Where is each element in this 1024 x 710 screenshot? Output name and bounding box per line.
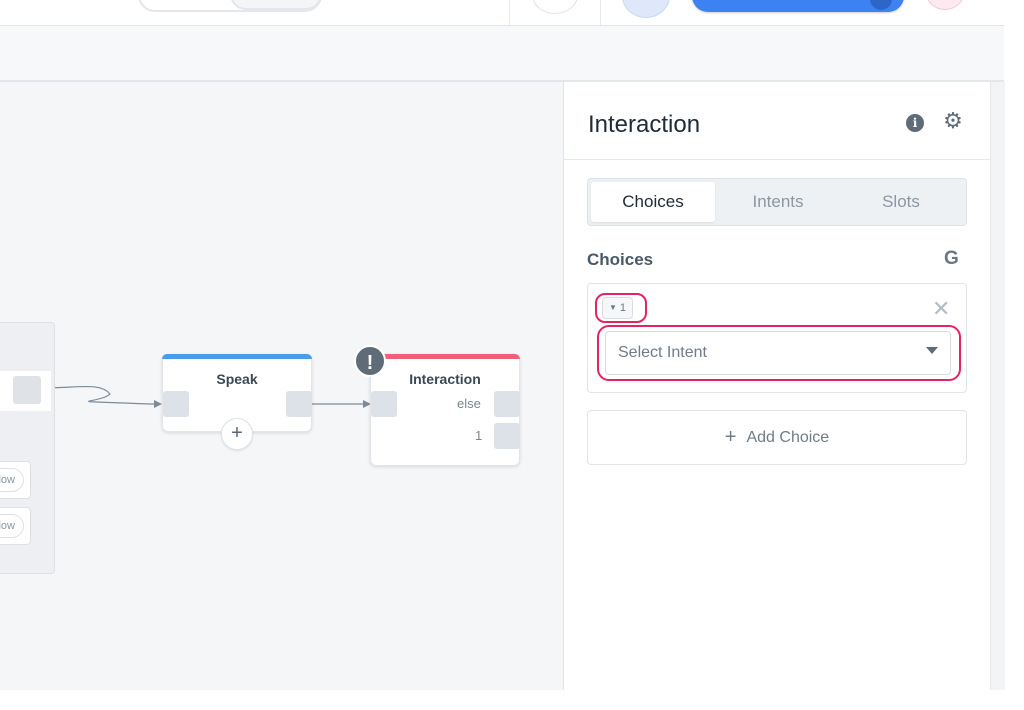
scroll-gutter [990,82,1005,690]
caret-down-icon: ▼ [609,303,617,312]
warning-icon[interactable]: ! [354,345,386,377]
mode-toggle-active[interactable] [230,0,322,10]
section-title: Choices [587,250,654,269]
output-port-1[interactable] [494,423,520,449]
tab-intents[interactable]: Intents [716,182,840,222]
output-label-1: 1 [475,428,483,443]
gear-icon[interactable]: ⚙ [942,110,964,132]
flow-pill[interactable]: Flow [0,514,24,538]
flow-pill[interactable]: Flow [0,468,24,492]
choice-number: 1 [619,302,627,314]
tab-slots[interactable]: Slots [839,182,963,222]
output-port-else[interactable] [494,391,520,417]
panel-header: Interaction i ⚙ [564,82,991,160]
close-icon[interactable]: ✕ [932,298,950,320]
info-icon[interactable]: i [906,114,924,132]
output-port[interactable] [13,376,41,404]
google-icon[interactable]: G [944,248,959,270]
toolbar [0,26,1004,82]
flow-step[interactable]: Flow [0,507,31,545]
primary-action-button[interactable] [692,0,904,12]
add-choice-button[interactable]: + Add Choice [587,410,967,465]
header-circle-button[interactable] [532,0,578,14]
speak-node[interactable]: Speak + [162,354,312,450]
bottom-strip [0,690,1024,710]
button-dot-icon [870,0,892,10]
tab-bar: Choices Intents Slots [587,178,967,226]
add-step-button[interactable]: + [221,418,253,450]
mode-toggle[interactable] [138,0,322,12]
top-header [0,0,1004,26]
header-divider [509,0,510,25]
node-title: Speak [216,371,258,387]
flow-canvas[interactable]: Flow Flow Speak + Interaction else 1 [0,82,563,690]
interaction-node[interactable]: Interaction else 1 [370,354,520,466]
node-accent-bar [162,354,312,359]
input-port[interactable] [371,391,397,417]
input-port[interactable] [163,391,189,417]
node-title: Interaction [409,371,481,387]
output-label-else: else [457,396,481,411]
flow-block-group[interactable]: Flow Flow [0,322,55,574]
chevron-down-icon [926,347,938,354]
header-divider [600,0,601,25]
intent-select[interactable]: Select Intent [605,331,951,375]
output-port[interactable] [286,391,312,417]
tab-choices[interactable]: Choices [591,182,715,222]
select-placeholder: Select Intent [618,344,707,361]
choice-card: ▼ 1 ✕ Select Intent [587,283,967,393]
add-choice-label: Add Choice [746,429,830,446]
panel-title: Interaction [588,111,701,138]
flow-step[interactable]: Flow [0,461,31,499]
avatar[interactable] [622,0,670,18]
plus-icon: + [724,426,737,448]
user-avatar[interactable] [926,0,964,10]
choice-number-badge[interactable]: ▼ 1 [602,297,634,319]
node-accent-bar [370,354,520,359]
properties-panel: Interaction i ⚙ Choices Intents Slots Ch… [563,82,991,690]
